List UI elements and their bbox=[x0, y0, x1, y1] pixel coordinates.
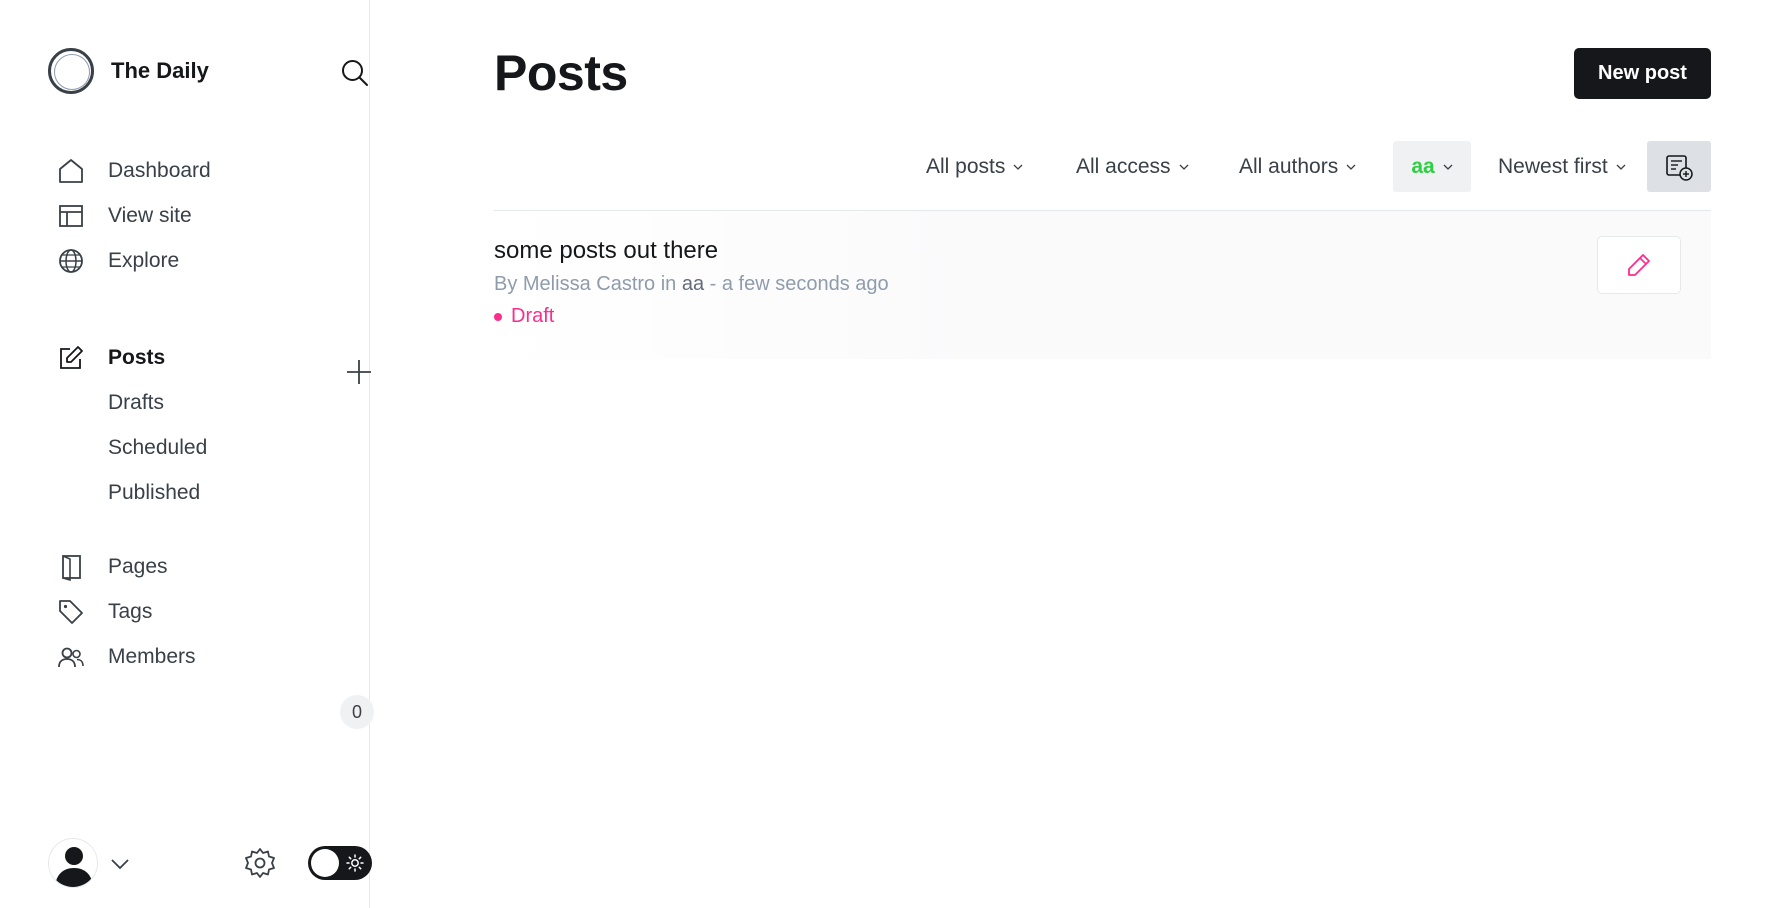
nav-dashboard[interactable]: Dashboard bbox=[57, 151, 211, 191]
theme-toggle[interactable] bbox=[308, 846, 372, 880]
post-meta: By Melissa Castro in aa - a few seconds … bbox=[494, 273, 889, 296]
site-brand[interactable]: The Daily bbox=[48, 48, 209, 94]
filter-order-label: Newest first bbox=[1498, 154, 1608, 178]
main-content: Posts New post All posts All access All … bbox=[370, 0, 1779, 908]
layout-icon bbox=[57, 202, 85, 230]
post-meta-author: By Melissa Castro in bbox=[494, 273, 682, 295]
nav-members-label: Members bbox=[108, 645, 196, 668]
nav-tags-label: Tags bbox=[108, 600, 153, 623]
filter-authors[interactable]: All authors bbox=[1229, 141, 1366, 192]
filter-type-label: All posts bbox=[926, 154, 1006, 178]
sun-icon bbox=[346, 854, 364, 872]
site-logo-icon bbox=[48, 48, 94, 94]
new-post-button[interactable]: New post bbox=[1574, 48, 1711, 99]
search-icon[interactable] bbox=[340, 58, 370, 88]
nav-members[interactable]: Members bbox=[57, 637, 196, 677]
filter-authors-label: All authors bbox=[1239, 154, 1339, 178]
nav-published[interactable]: Published bbox=[108, 473, 200, 513]
pencil-icon bbox=[1628, 254, 1650, 276]
post-title[interactable]: some posts out there bbox=[494, 237, 718, 265]
gear-icon[interactable] bbox=[243, 846, 277, 880]
globe-icon bbox=[57, 247, 85, 275]
chevron-down-icon bbox=[1013, 164, 1023, 170]
status-dot bbox=[494, 312, 502, 321]
filter-access[interactable]: All access bbox=[1066, 141, 1199, 192]
nav-scheduled[interactable]: Scheduled bbox=[108, 428, 207, 468]
filter-order[interactable]: Newest first bbox=[1488, 141, 1636, 192]
edit-icon bbox=[57, 344, 85, 372]
nav-view-site-label: View site bbox=[108, 204, 192, 227]
chevron-down-icon bbox=[1443, 164, 1453, 170]
nav-view-site[interactable]: View site bbox=[57, 196, 192, 236]
post-meta-tag: aa bbox=[681, 273, 705, 295]
sidebar: The Daily Dashboard View site Explore Po… bbox=[0, 0, 374, 908]
nav-tags[interactable]: Tags bbox=[57, 592, 152, 632]
tag-icon bbox=[57, 598, 85, 626]
edit-post-button[interactable] bbox=[1597, 236, 1681, 294]
members-count-badge: 0 bbox=[340, 695, 374, 729]
nav-posts-label: Posts bbox=[108, 346, 166, 369]
chevron-down-icon bbox=[1616, 164, 1626, 170]
page-title: Posts bbox=[494, 45, 628, 101]
home-icon bbox=[57, 157, 85, 185]
theme-toggle-knob bbox=[311, 849, 339, 877]
post-meta-time: - a few seconds ago bbox=[704, 273, 889, 295]
card-view-icon[interactable] bbox=[1647, 141, 1711, 192]
nav-explore[interactable]: Explore bbox=[57, 241, 179, 281]
chevron-down-icon[interactable] bbox=[108, 852, 132, 876]
nav-drafts[interactable]: Drafts bbox=[108, 383, 164, 423]
filter-tag[interactable]: aa bbox=[1393, 141, 1471, 192]
user-avatar-icon[interactable] bbox=[48, 838, 98, 888]
members-icon bbox=[57, 643, 85, 671]
page-icon bbox=[57, 553, 85, 581]
nav-dashboard-label: Dashboard bbox=[108, 159, 211, 182]
post-status-label: Draft bbox=[511, 305, 555, 327]
chevron-down-icon bbox=[1179, 164, 1188, 170]
filter-bar: All posts All access All authors aa Newe… bbox=[370, 141, 1711, 192]
filter-type[interactable]: All posts bbox=[916, 141, 1033, 192]
nav-pages-label: Pages bbox=[108, 555, 168, 578]
nav-posts[interactable]: Posts bbox=[57, 338, 165, 378]
site-title: The Daily bbox=[111, 58, 209, 83]
post-status-badge: Draft bbox=[494, 305, 554, 328]
post-list-item[interactable]: some posts out there By Melissa Castro i… bbox=[494, 211, 1711, 359]
nav-pages[interactable]: Pages bbox=[57, 547, 168, 587]
filter-tag-label: aa bbox=[1411, 154, 1435, 178]
chevron-down-icon bbox=[1346, 164, 1356, 170]
filter-access-label: All access bbox=[1076, 154, 1171, 178]
nav-explore-label: Explore bbox=[108, 249, 180, 272]
